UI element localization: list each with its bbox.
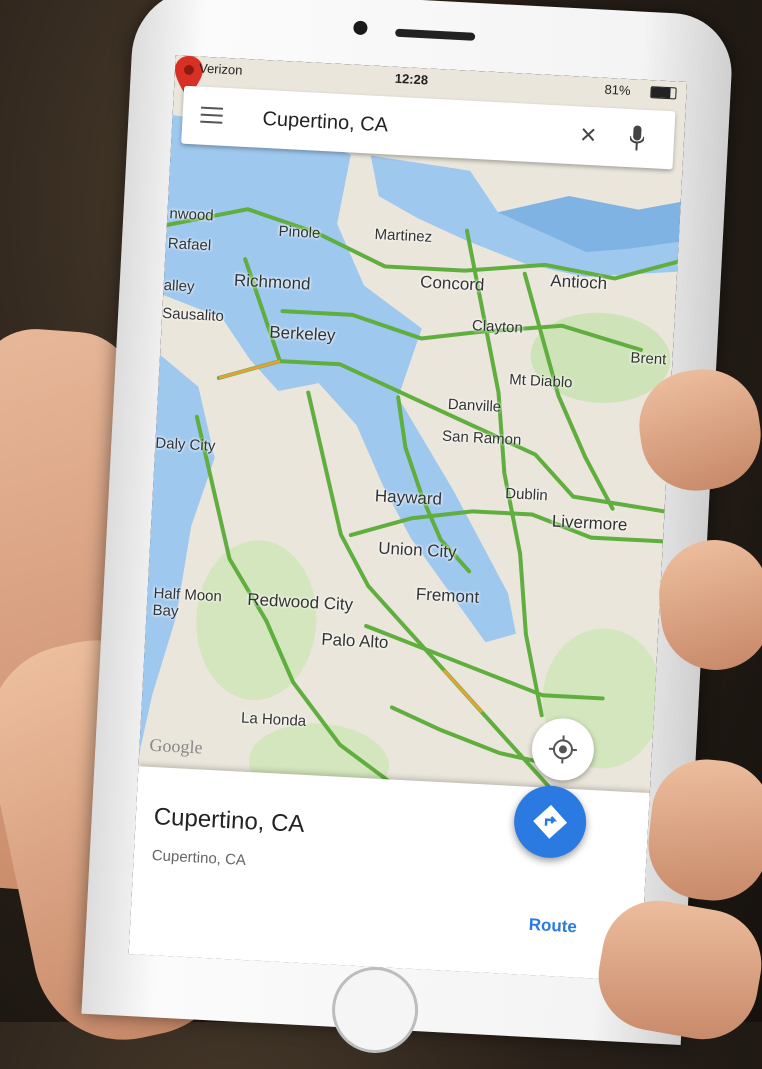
map-label-danville: Danville (447, 395, 502, 416)
hamburger-menu-icon[interactable] (200, 106, 224, 124)
directions-button[interactable] (512, 784, 588, 860)
screen: Rafael Pinole Martinez Concord Antioch R… (128, 55, 688, 981)
battery-icon (650, 86, 677, 100)
map-label-concord: Concord (419, 272, 485, 295)
carrier-label: Verizon (198, 60, 243, 78)
map-label-pinole: Pinole (278, 222, 321, 243)
my-location-button[interactable] (530, 716, 596, 783)
map-label-clayton: Clayton (471, 317, 524, 337)
front-camera (353, 20, 368, 36)
close-icon[interactable]: × (579, 119, 597, 152)
map-label-alley: alley (163, 276, 195, 296)
microphone-icon[interactable] (629, 125, 645, 152)
map-label-nwood: nwood (169, 205, 215, 225)
battery-percent: 81% (604, 81, 631, 99)
map-label-hayward: Hayward (374, 486, 443, 509)
map-label-richmond: Richmond (233, 270, 311, 294)
status-time: 12:28 (394, 70, 429, 88)
map-label-union-city: Union City (377, 538, 458, 562)
place-sheet[interactable]: Cupertino, CA Cupertino, CA Route (128, 766, 650, 981)
route-label[interactable]: Route (528, 915, 577, 937)
phone: Rafael Pinole Martinez Concord Antioch R… (81, 0, 735, 1056)
home-button[interactable] (329, 964, 421, 1056)
map-label-berkeley: Berkeley (268, 322, 336, 345)
map-label-daly-city: Daly City (154, 434, 216, 455)
my-location-icon (548, 735, 577, 764)
map-label-livermore: Livermore (551, 511, 628, 535)
place-subtitle: Cupertino, CA (151, 847, 247, 869)
map-label-antioch: Antioch (549, 271, 608, 294)
map-label-sausalito: Sausalito (161, 304, 225, 326)
map-label-palo-alto: Palo Alto (320, 629, 389, 653)
place-title: Cupertino, CA (153, 803, 306, 838)
map-label-martinez: Martinez (374, 225, 433, 246)
map-label-half-moon-bay: Half Moon Bay (152, 584, 223, 621)
map-label-fremont: Fremont (415, 584, 480, 607)
directions-icon (533, 804, 568, 839)
map-label-mt-diablo: Mt Diablo (508, 371, 573, 392)
map-label-dublin: Dublin (504, 485, 549, 505)
search-query[interactable]: Cupertino, CA (262, 108, 389, 138)
map-label-rafael: Rafael (167, 235, 212, 255)
google-attribution: Google (149, 734, 204, 758)
earpiece-speaker (395, 28, 476, 41)
map-label-la-honda: La Honda (240, 709, 307, 730)
map-label-brent: Brent (630, 349, 667, 369)
